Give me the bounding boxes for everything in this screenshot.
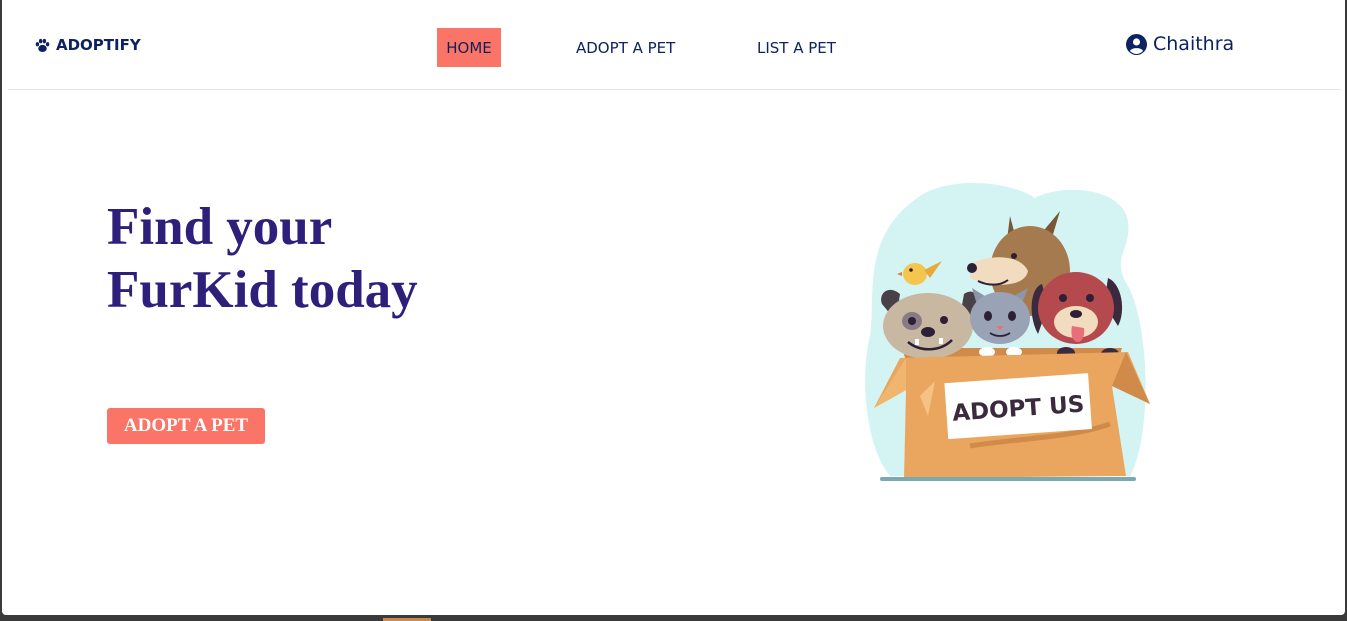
hero-title: Find your FurKid today [107, 196, 527, 322]
brand-name: ADOPTIFY [56, 36, 141, 54]
nav-link-list-a-pet[interactable]: LIST A PET [757, 28, 836, 67]
user-menu[interactable]: Chaithra [1126, 33, 1234, 55]
nav-link-adopt-a-pet[interactable]: ADOPT A PET [576, 28, 675, 67]
paw-icon [35, 38, 50, 52]
adopt-a-pet-button[interactable]: ADOPT A PET [107, 408, 265, 444]
page-frame: ADOPTIFY HOME ADOPT A PET LIST A PET Cha… [2, 0, 1345, 615]
user-circle-icon [1126, 33, 1147, 55]
hero-title-line-1: Find your [107, 198, 333, 256]
brand-logo[interactable]: ADOPTIFY [34, 36, 141, 54]
nav-link-home[interactable]: HOME [437, 28, 501, 67]
hero-title-line-2: FurKid today [107, 261, 418, 319]
pets-in-box-illustration: ADOPT US [865, 183, 1150, 481]
top-navbar: ADOPTIFY HOME ADOPT A PET LIST A PET Cha… [8, 0, 1341, 90]
user-name: Chaithra [1153, 33, 1235, 55]
